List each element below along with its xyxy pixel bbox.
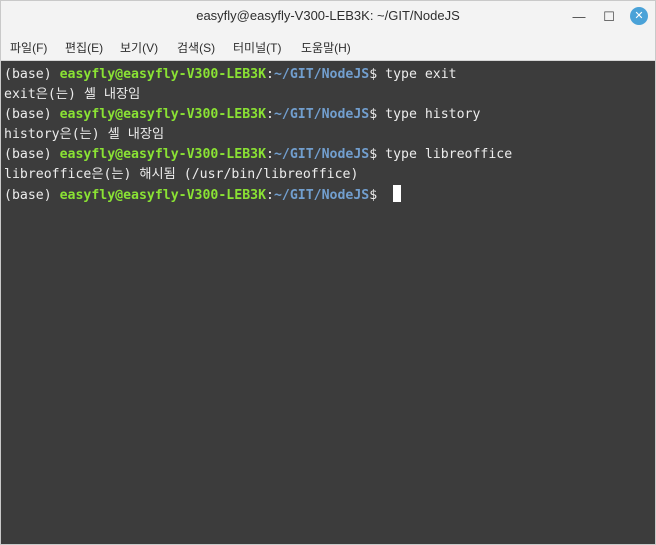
- prompt-user-host: easyfly@easyfly-V300-LEB3K: [59, 67, 267, 82]
- terminal-output-line: history은(는) 셸 내장임: [4, 127, 165, 142]
- prompt-path: ~/GIT/NodeJS: [273, 188, 370, 203]
- command-text: type exit: [385, 67, 457, 82]
- terminal-area[interactable]: (base) easyfly@easyfly-V300-LEB3K:~/GIT/…: [1, 61, 642, 544]
- prompt-user-host: easyfly@easyfly-V300-LEB3K: [59, 147, 267, 162]
- menu-item-terminal[interactable]: 터미널(T): [233, 39, 281, 56]
- window-title: easyfly@easyfly-V300-LEB3K: ~/GIT/NodeJS: [196, 8, 460, 23]
- prompt-path: ~/GIT/NodeJS: [273, 107, 370, 122]
- terminal-output-line: libreoffice은(는) 해시됨 (/usr/bin/libreoffic…: [4, 167, 359, 182]
- prompt-colon: :: [266, 67, 274, 82]
- prompt-env: (base): [4, 107, 60, 122]
- prompt-colon: :: [266, 107, 274, 122]
- prompt-user-host: easyfly@easyfly-V300-LEB3K: [59, 188, 267, 203]
- terminal-output-line: exit은(는) 셸 내장임: [4, 87, 141, 102]
- command-text: type libreoffice: [385, 147, 513, 162]
- title-bar[interactable]: easyfly@easyfly-V300-LEB3K: ~/GIT/NodeJS…: [1, 1, 655, 33]
- prompt-symbol: $: [369, 107, 386, 122]
- prompt-symbol: $: [369, 67, 386, 82]
- prompt-path: ~/GIT/NodeJS: [273, 67, 370, 82]
- terminal-active-prompt-line[interactable]: (base) easyfly@easyfly-V300-LEB3K:~/GIT/…: [4, 185, 402, 205]
- prompt-symbol: $: [369, 147, 386, 162]
- menu-item-edit[interactable]: 편집(E): [65, 39, 103, 56]
- menu-bar: 파일(F) 편집(E) 보기(V) 검색(S) 터미널(T) 도움말(H): [1, 33, 655, 61]
- prompt-colon: :: [266, 188, 274, 203]
- prompt-user-host: easyfly@easyfly-V300-LEB3K: [59, 107, 267, 122]
- command-text: type history: [385, 107, 481, 122]
- prompt-env: (base): [4, 67, 60, 82]
- minimize-icon: —: [572, 9, 586, 24]
- text-cursor: [393, 185, 402, 202]
- minimize-button[interactable]: —: [569, 7, 589, 27]
- menu-item-search[interactable]: 검색(S): [177, 39, 215, 56]
- terminal-prompt-line: (base) easyfly@easyfly-V300-LEB3K:~/GIT/…: [4, 105, 480, 125]
- terminal-prompt-line: (base) easyfly@easyfly-V300-LEB3K:~/GIT/…: [4, 65, 457, 85]
- terminal-prompt-line: (base) easyfly@easyfly-V300-LEB3K:~/GIT/…: [4, 145, 512, 165]
- maximize-icon: ☐: [603, 9, 615, 24]
- close-button[interactable]: ✕: [630, 7, 648, 25]
- terminal-window: easyfly@easyfly-V300-LEB3K: ~/GIT/NodeJS…: [0, 0, 656, 545]
- menu-item-help[interactable]: 도움말(H): [301, 39, 351, 56]
- menu-item-file[interactable]: 파일(F): [10, 39, 47, 56]
- menu-item-view[interactable]: 보기(V): [120, 39, 158, 56]
- prompt-colon: :: [266, 147, 274, 162]
- close-icon: ✕: [634, 10, 644, 22]
- prompt-env: (base): [4, 147, 60, 162]
- prompt-symbol: $: [369, 188, 386, 203]
- prompt-path: ~/GIT/NodeJS: [273, 147, 370, 162]
- terminal-scrollbar[interactable]: [642, 61, 655, 544]
- prompt-env: (base): [4, 188, 60, 203]
- maximize-button[interactable]: ☐: [599, 7, 619, 27]
